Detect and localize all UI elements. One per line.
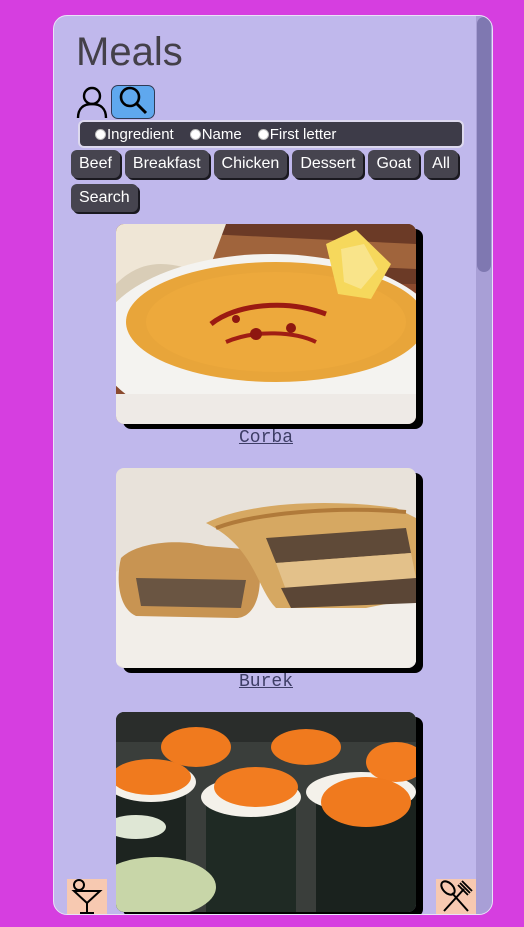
food-nav-button[interactable] [436,879,476,915]
sushi-rolls-photo[interactable] [116,712,416,912]
category-chip-chicken[interactable]: Chicken [213,150,288,178]
fork-spoon-icon [438,879,474,915]
page-title: Meals [76,30,183,74]
search-toggle-button[interactable] [111,85,155,119]
meat-pastry-photo[interactable] [116,468,416,668]
meal-name-link[interactable]: Corba [116,428,416,448]
view-toggle-row [75,84,155,120]
meal-card: Burek [116,468,416,692]
meal-list: Corba Burek [116,224,416,914]
scrollbar-thumb[interactable] [477,17,491,272]
radio-button[interactable] [95,128,106,140]
lentil-soup-photo[interactable] [116,224,416,424]
radio-button[interactable] [189,128,201,140]
category-chip-breakfast[interactable]: Breakfast [124,150,209,178]
meal-card: Corba [116,224,416,448]
search-mode-group: Ingredient Name First letter [78,120,464,148]
radio-button[interactable] [257,128,269,140]
category-filter-bar: Beef Breakfast Chicken Dessert Goat All … [71,150,463,212]
category-chip-dessert[interactable]: Dessert [292,150,364,178]
scrollbar[interactable] [476,16,492,914]
category-chip-goat[interactable]: Goat [368,150,420,178]
radio-label: Name [201,125,242,143]
search-button[interactable]: Search [71,184,138,212]
meal-name-link[interactable]: Burek [116,672,416,692]
category-chip-all[interactable]: All [424,150,458,178]
drinks-nav-button[interactable] [67,878,107,915]
app-panel: Meals Ingredient Name First letter Beef … [53,15,493,915]
radio-label: First letter [269,125,337,143]
meal-card [116,712,416,912]
radio-ingredient[interactable]: Ingredient [95,126,174,143]
user-icon[interactable] [75,85,109,119]
radio-name[interactable]: Name [189,125,242,143]
radio-label: Ingredient [107,125,174,143]
cocktail-glass-icon [70,878,104,915]
category-chip-beef[interactable]: Beef [71,150,120,178]
radio-first-letter[interactable]: First letter [257,125,337,143]
search-icon [118,85,148,120]
